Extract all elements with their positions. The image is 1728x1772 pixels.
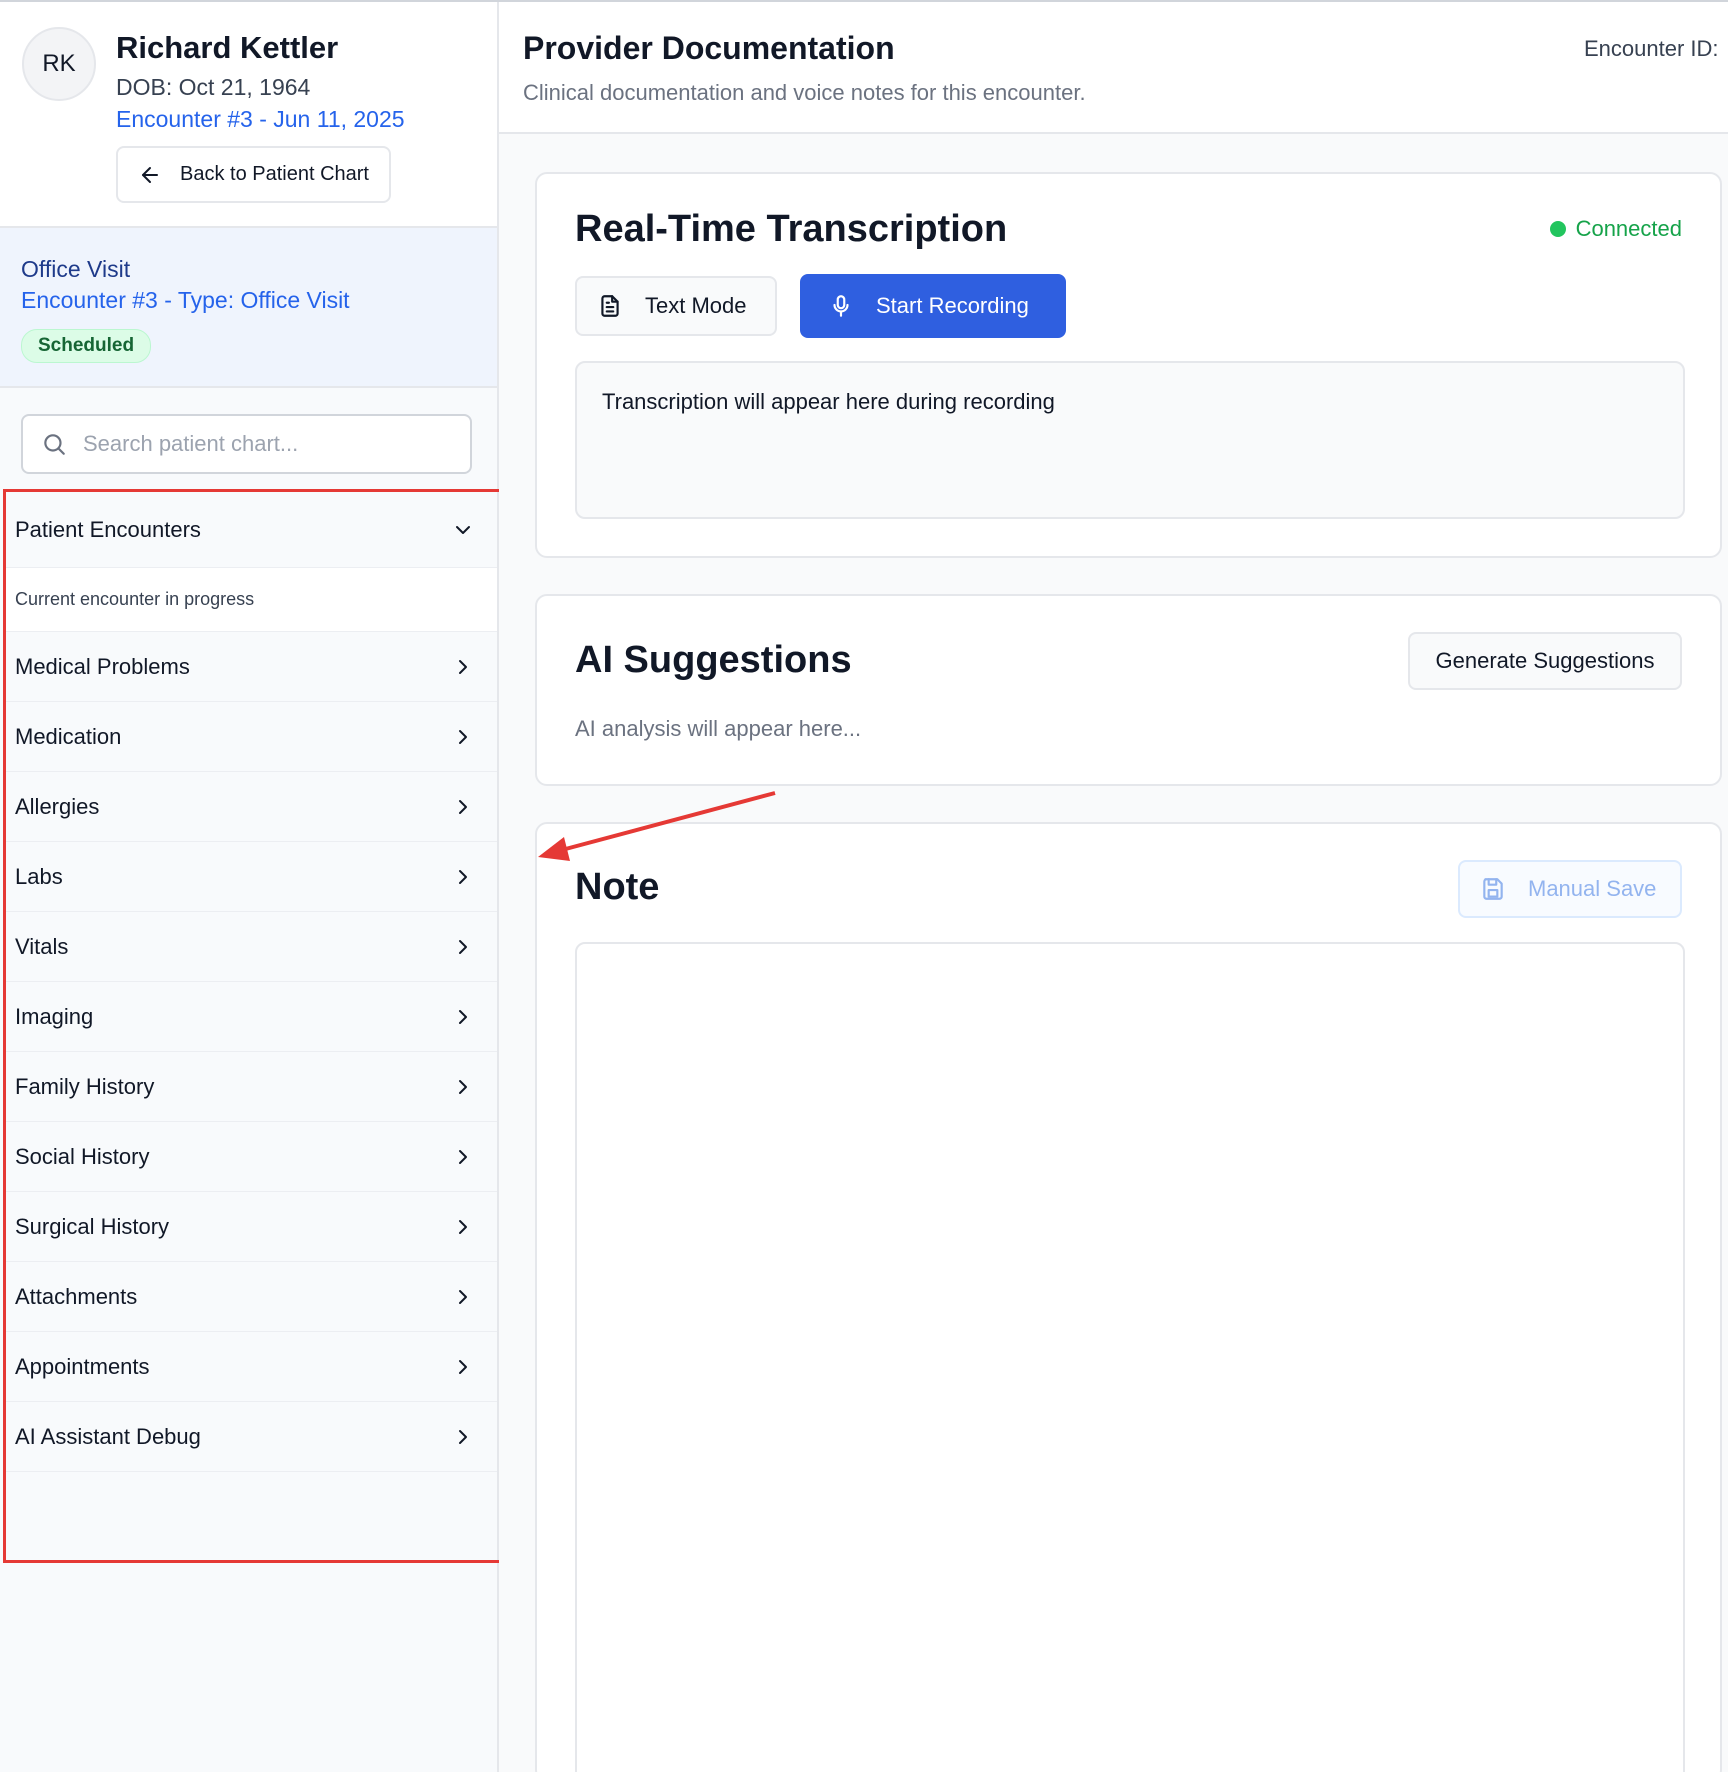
visit-card: Office Visit Encounter #3 - Type: Office… bbox=[0, 228, 497, 388]
nav-item-label: Medical Problems bbox=[15, 653, 190, 679]
text-mode-button[interactable]: Text Mode bbox=[575, 276, 777, 336]
arrow-left-icon bbox=[142, 166, 158, 183]
nav-labs[interactable]: Labs bbox=[5, 842, 497, 912]
page-subtitle: Clinical documentation and voice notes f… bbox=[523, 80, 1086, 105]
back-to-chart-button[interactable]: Back to Patient Chart bbox=[116, 146, 391, 203]
nav-social-history[interactable]: Social History bbox=[5, 1122, 497, 1192]
nav-item-label: Vitals bbox=[15, 933, 69, 959]
nav-allergies[interactable]: Allergies bbox=[5, 772, 497, 842]
chevron-right-icon bbox=[459, 1429, 467, 1444]
nav-medical-problems[interactable]: Medical Problems bbox=[5, 632, 497, 702]
text-mode-label: Text Mode bbox=[645, 293, 747, 318]
ai-suggestions-card: AI Suggestions Generate Suggestions AI a… bbox=[535, 594, 1722, 786]
microphone-icon bbox=[833, 295, 849, 317]
transcription-output: Transcription will appear here during re… bbox=[575, 361, 1685, 519]
main-content: Real-Time Transcription Connected Text M… bbox=[499, 134, 1728, 1772]
nav-imaging[interactable]: Imaging bbox=[5, 982, 497, 1052]
nav-ai-assistant-debug[interactable]: AI Assistant Debug bbox=[5, 1402, 497, 1472]
main-header: Provider Documentation Clinical document… bbox=[499, 2, 1728, 134]
nav-item-label: AI Assistant Debug bbox=[15, 1423, 201, 1449]
status-dot-icon bbox=[1549, 221, 1566, 237]
chevron-right-icon bbox=[459, 1289, 467, 1304]
status-badge: Scheduled bbox=[21, 329, 152, 363]
chevron-right-icon bbox=[459, 799, 467, 814]
visit-subtitle: Encounter #3 - Type: Office Visit bbox=[21, 287, 350, 313]
chevron-right-icon bbox=[459, 1009, 467, 1024]
nav-item-label: Medication bbox=[15, 723, 122, 749]
nav-item-label: Social History bbox=[15, 1143, 150, 1169]
chevron-down-icon bbox=[456, 525, 470, 534]
nav-item-label: Allergies bbox=[15, 793, 100, 819]
nav-item-label: Appointments bbox=[15, 1353, 150, 1379]
chevron-right-icon bbox=[459, 869, 467, 884]
patient-dob: DOB: Oct 21, 1964 bbox=[116, 74, 311, 100]
nav-attachments[interactable]: Attachments bbox=[5, 1262, 497, 1332]
avatar: RK bbox=[22, 27, 96, 101]
encounter-link[interactable]: Encounter #3 - Jun 11, 2025 bbox=[116, 106, 405, 133]
back-button-label: Back to Patient Chart bbox=[180, 163, 369, 185]
start-recording-button[interactable]: Start Recording bbox=[800, 274, 1066, 338]
transcription-card: Real-Time Transcription Connected Text M… bbox=[535, 172, 1722, 558]
chevron-right-icon bbox=[459, 659, 467, 674]
chevron-right-icon bbox=[459, 1219, 467, 1234]
nav-item-label: Family History bbox=[15, 1073, 155, 1099]
chart-nav: Patient Encounters Current encounter in … bbox=[5, 492, 497, 1472]
nav-item-label: Labs bbox=[15, 863, 63, 889]
chevron-right-icon bbox=[459, 729, 467, 744]
search-icon bbox=[44, 434, 65, 455]
search-input[interactable] bbox=[83, 431, 443, 457]
manual-save-label: Manual Save bbox=[1528, 876, 1657, 901]
nav-item-label: Surgical History bbox=[15, 1213, 170, 1239]
manual-save-button[interactable]: Manual Save bbox=[1458, 860, 1682, 918]
nav-family-history[interactable]: Family History bbox=[5, 1052, 497, 1122]
connection-status: Connected bbox=[1549, 216, 1682, 242]
note-title: Note bbox=[575, 866, 660, 908]
encounter-id-label: Encounter ID: bbox=[1584, 36, 1719, 61]
nav-surgical-history[interactable]: Surgical History bbox=[5, 1192, 497, 1262]
nav-vitals[interactable]: Vitals bbox=[5, 912, 497, 982]
nav-item-label: Attachments bbox=[15, 1283, 138, 1309]
transcription-title: Real-Time Transcription bbox=[575, 208, 1008, 250]
chevron-right-icon bbox=[459, 1149, 467, 1164]
chevron-right-icon bbox=[459, 939, 467, 954]
chevron-right-icon bbox=[459, 1359, 467, 1374]
visit-title: Office Visit bbox=[21, 256, 131, 282]
ai-suggestions-title: AI Suggestions bbox=[575, 639, 852, 681]
ai-analysis-placeholder: AI analysis will appear here... bbox=[575, 716, 862, 741]
nav-medication[interactable]: Medication bbox=[5, 702, 497, 772]
note-card: Note Manual Save bbox=[535, 822, 1722, 1772]
patient-header: RK Richard Kettler DOB: Oct 21, 1964 Enc… bbox=[0, 2, 497, 228]
nav-appointments[interactable]: Appointments bbox=[5, 1332, 497, 1402]
note-editor[interactable] bbox=[575, 942, 1685, 1772]
document-icon bbox=[601, 295, 619, 317]
connection-status-label: Connected bbox=[1575, 216, 1682, 241]
patient-name: Richard Kettler bbox=[116, 30, 339, 65]
page-title: Provider Documentation bbox=[523, 30, 895, 66]
start-recording-label: Start Recording bbox=[876, 293, 1029, 318]
save-icon bbox=[1483, 878, 1503, 900]
sidebar: RK Richard Kettler DOB: Oct 21, 1964 Enc… bbox=[0, 2, 499, 1772]
generate-suggestions-button[interactable]: Generate Suggestions bbox=[1408, 632, 1682, 690]
nav-encounter-status: Current encounter in progress bbox=[5, 568, 497, 632]
nav-item-label: Imaging bbox=[15, 1003, 94, 1029]
search-box[interactable] bbox=[21, 414, 472, 474]
nav-header-label: Patient Encounters bbox=[15, 516, 201, 542]
nav-patient-encounters[interactable]: Patient Encounters bbox=[5, 492, 497, 568]
chevron-right-icon bbox=[459, 1079, 467, 1094]
